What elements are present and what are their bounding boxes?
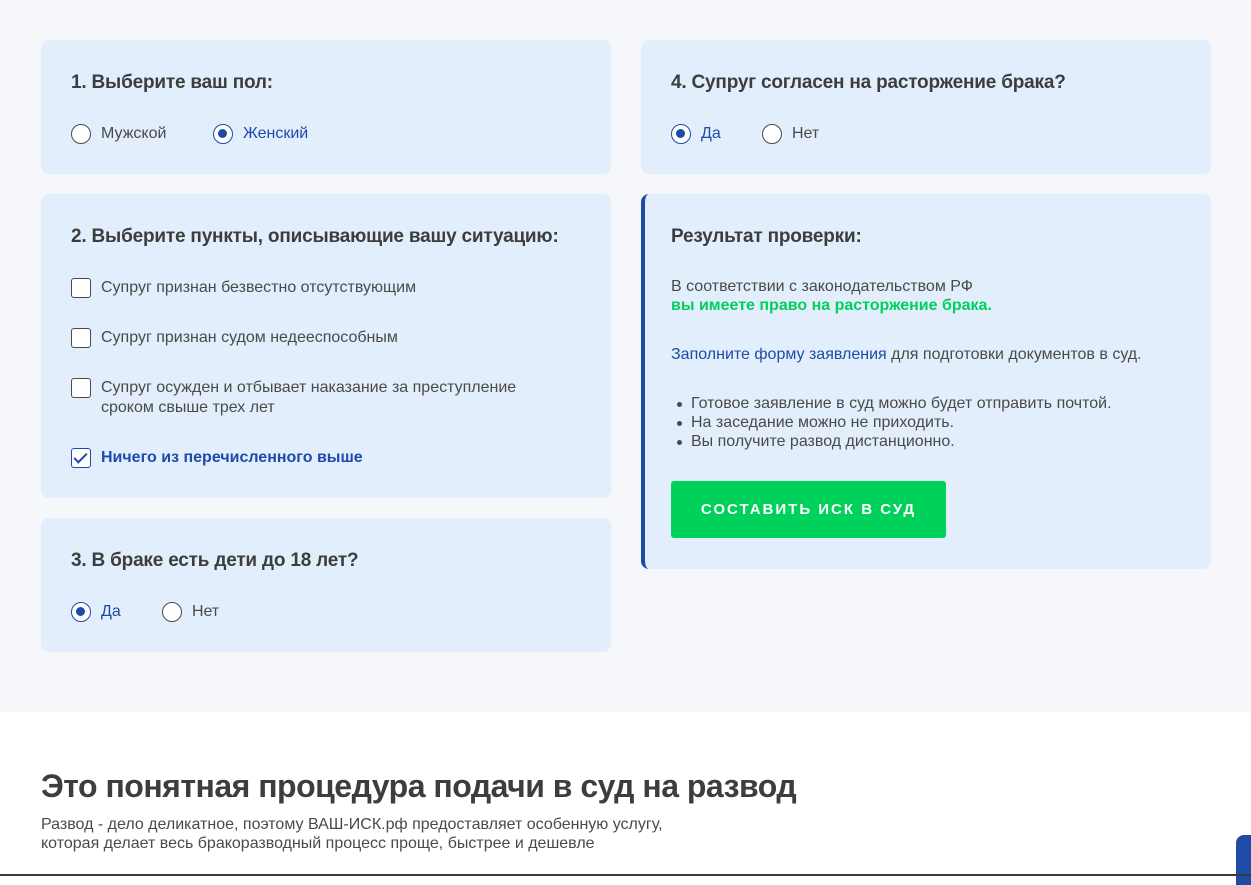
radio-unchecked-icon bbox=[71, 124, 91, 144]
situation-card: 2. Выберите пункты, описывающие вашу сит… bbox=[41, 194, 611, 498]
situation-option-missing-label: Супруг признан безвестно отсутствующим bbox=[101, 279, 417, 296]
radio-unchecked-icon bbox=[162, 602, 182, 622]
promo-subtitle-line2: которая делает весь бракоразводный проце… bbox=[41, 835, 595, 852]
benefits-list: Готовое заявление в суд можно будет отпр… bbox=[671, 394, 1112, 451]
situation-option-convicted-label: Супруг осужден и отбывает наказание за п… bbox=[101, 378, 516, 418]
quiz-section: 1. Выберите ваш пол: Мужской Женский 2. … bbox=[0, 0, 1251, 712]
benefit-item: На заседание можно не приходить. bbox=[671, 413, 1112, 432]
situation-option-convicted[interactable]: Супруг осужден и отбывает наказание за п… bbox=[71, 378, 516, 418]
gender-option-male[interactable]: Мужской bbox=[71, 124, 166, 144]
result-verdict-line1: В соответствии с законодательством РФ bbox=[671, 278, 973, 295]
situation-option-none-label: Ничего из перечисленного выше bbox=[101, 449, 363, 466]
radio-checked-icon bbox=[671, 124, 691, 144]
situation-question-title: 2. Выберите пункты, описывающие вашу сит… bbox=[71, 226, 559, 247]
gender-option-female-label: Женский bbox=[243, 125, 309, 142]
children-card: 3. В браке есть дети до 18 лет? Да Нет bbox=[41, 518, 611, 652]
result-verdict: В соответствии с законодательством РФ вы… bbox=[671, 277, 992, 315]
chat-widget-tab[interactable] bbox=[1236, 835, 1251, 885]
checkbox-checked-icon bbox=[71, 448, 91, 468]
result-instruction: Заполните форму заявления для подготовки… bbox=[671, 345, 1142, 364]
consent-card: 4. Супруг согласен на расторжение брака?… bbox=[641, 40, 1211, 174]
promo-subtitle: Развод - дело деликатное, поэтому ВАШ-ИС… bbox=[41, 815, 741, 853]
benefit-item: Вы получите развод дистанционно. bbox=[671, 432, 1112, 451]
result-card: Результат проверки: В соответствии с зак… bbox=[641, 194, 1211, 569]
fill-form-link[interactable]: Заполните форму заявления bbox=[671, 346, 887, 363]
promo-subtitle-line1: Развод - дело деликатное, поэтому ВАШ-ИС… bbox=[41, 816, 663, 833]
gender-card: 1. Выберите ваш пол: Мужской Женский bbox=[41, 40, 611, 174]
situation-option-missing[interactable]: Супруг признан безвестно отсутствующим bbox=[71, 278, 416, 298]
radio-checked-icon bbox=[213, 124, 233, 144]
situation-option-convicted-line1: Супруг осужден и отбывает наказание за п… bbox=[101, 379, 517, 396]
situation-option-none[interactable]: Ничего из перечисленного выше bbox=[71, 448, 363, 468]
radio-checked-icon bbox=[71, 602, 91, 622]
gender-question-title: 1. Выберите ваш пол: bbox=[71, 72, 273, 93]
checkbox-unchecked-icon bbox=[71, 328, 91, 348]
consent-question-title: 4. Супруг согласен на расторжение брака? bbox=[671, 72, 1066, 93]
situation-option-convicted-line2: сроком свыше трех лет bbox=[101, 399, 275, 416]
consent-option-yes-label: Да bbox=[701, 125, 721, 142]
compose-claim-button[interactable]: СОСТАВИТЬ ИСК В СУД bbox=[671, 481, 946, 538]
fill-form-rest: для подготовки документов в суд. bbox=[886, 346, 1142, 363]
children-option-no[interactable]: Нет bbox=[162, 602, 219, 622]
children-question-title: 3. В браке есть дети до 18 лет? bbox=[71, 550, 359, 571]
promo-title: Это понятная процедура подачи в суд на р… bbox=[41, 768, 797, 804]
situation-option-incapable-label: Супруг признан судом недееспособным bbox=[101, 329, 398, 346]
gender-option-male-label: Мужской bbox=[101, 125, 167, 142]
checkbox-unchecked-icon bbox=[71, 278, 91, 298]
situation-option-incapable[interactable]: Супруг признан судом недееспособным bbox=[71, 328, 398, 348]
consent-option-no[interactable]: Нет bbox=[762, 124, 819, 144]
children-option-no-label: Нет bbox=[192, 603, 220, 620]
result-title: Результат проверки: bbox=[671, 226, 862, 247]
children-option-yes-label: Да bbox=[101, 603, 121, 620]
benefit-item: Готовое заявление в суд можно будет отпр… bbox=[671, 394, 1112, 413]
result-verdict-line2: вы имеете право на расторжение брака. bbox=[671, 297, 992, 314]
gender-option-female[interactable]: Женский bbox=[213, 124, 308, 144]
checkbox-unchecked-icon bbox=[71, 378, 91, 398]
radio-unchecked-icon bbox=[762, 124, 782, 144]
consent-option-no-label: Нет bbox=[792, 125, 820, 142]
consent-option-yes[interactable]: Да bbox=[671, 124, 721, 144]
children-option-yes[interactable]: Да bbox=[71, 602, 121, 622]
